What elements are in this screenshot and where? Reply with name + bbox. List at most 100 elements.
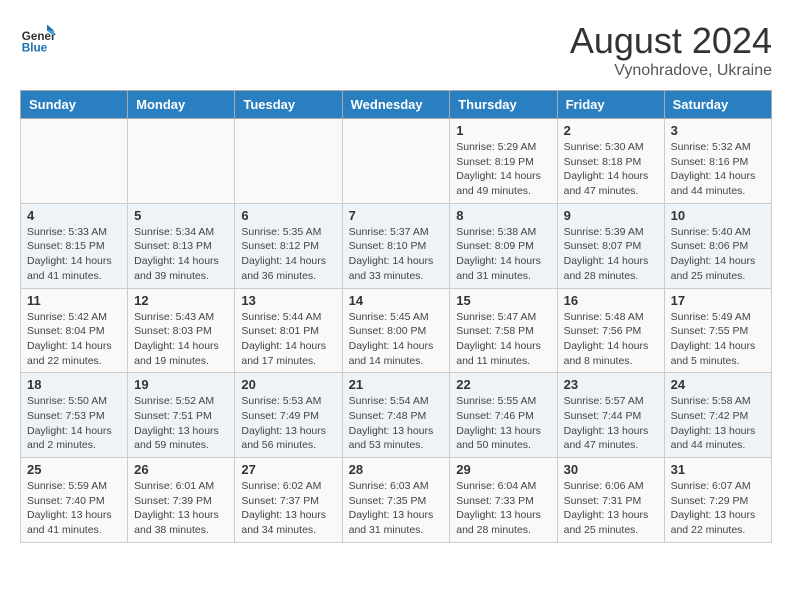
page-subtitle: Vynohradove, Ukraine xyxy=(570,62,772,80)
cell-info-text: Sunrise: 5:40 AM Sunset: 8:06 PM Dayligh… xyxy=(671,225,765,284)
calendar-cell: 6 Sunrise: 5:35 AM Sunset: 8:12 PM Daylig… xyxy=(235,203,342,288)
cell-info-text: Sunrise: 5:52 AM Sunset: 7:51 PM Dayligh… xyxy=(134,394,228,453)
weekday-header: Tuesday xyxy=(235,91,342,119)
logo: General Blue xyxy=(20,20,56,56)
calendar-cell: 20 Sunrise: 5:53 AM Sunset: 7:49 PM Dayli… xyxy=(235,373,342,458)
calendar-cell: 15Sunrise: 5:47 AM Sunset: 7:58 PM Dayli… xyxy=(450,288,557,373)
cell-info-text: Sunrise: 5:37 AM Sunset: 8:10 PM Dayligh… xyxy=(349,225,444,284)
cell-info-text: Sunrise: 5:53 AM Sunset: 7:49 PM Dayligh… xyxy=(241,394,335,453)
cell-date-number: 12 xyxy=(134,293,228,308)
calendar-cell xyxy=(128,119,235,204)
calendar-cell: 18 Sunrise: 5:50 AM Sunset: 7:53 PM Dayli… xyxy=(21,373,128,458)
calendar-cell: 24 Sunrise: 5:58 AM Sunset: 7:42 PM Dayli… xyxy=(664,373,771,458)
weekday-header: Friday xyxy=(557,91,664,119)
cell-info-text: Sunrise: 5:30 AM Sunset: 8:18 PM Dayligh… xyxy=(564,140,658,199)
cell-date-number: 30 xyxy=(564,462,658,477)
calendar-cell: 21Sunrise: 5:54 AM Sunset: 7:48 PM Dayli… xyxy=(342,373,450,458)
cell-info-text: Sunrise: 6:02 AM Sunset: 7:37 PM Dayligh… xyxy=(241,479,335,538)
calendar-cell: 19 Sunrise: 5:52 AM Sunset: 7:51 PM Dayli… xyxy=(128,373,235,458)
cell-date-number: 27 xyxy=(241,462,335,477)
cell-date-number: 20 xyxy=(241,377,335,392)
title-block: August 2024 Vynohradove, Ukraine xyxy=(570,20,772,80)
cell-info-text: Sunrise: 5:58 AM Sunset: 7:42 PM Dayligh… xyxy=(671,394,765,453)
cell-date-number: 9 xyxy=(564,208,658,223)
calendar-cell: 23Sunrise: 5:57 AM Sunset: 7:44 PM Dayli… xyxy=(557,373,664,458)
cell-info-text: Sunrise: 5:55 AM Sunset: 7:46 PM Dayligh… xyxy=(456,394,550,453)
cell-date-number: 31 xyxy=(671,462,765,477)
page-header: General Blue August 2024 Vynohradove, Uk… xyxy=(20,20,772,80)
calendar-cell: 11 Sunrise: 5:42 AM Sunset: 8:04 PM Dayli… xyxy=(21,288,128,373)
calendar-cell: 7 Sunrise: 5:37 AM Sunset: 8:10 PM Daylig… xyxy=(342,203,450,288)
calendar-cell: 8 Sunrise: 5:38 AM Sunset: 8:09 PM Daylig… xyxy=(450,203,557,288)
cell-info-text: Sunrise: 5:39 AM Sunset: 8:07 PM Dayligh… xyxy=(564,225,658,284)
cell-info-text: Sunrise: 5:50 AM Sunset: 7:53 PM Dayligh… xyxy=(27,394,121,453)
logo-icon: General Blue xyxy=(20,20,56,56)
cell-date-number: 25 xyxy=(27,462,121,477)
calendar-cell: 25 Sunrise: 5:59 AM Sunset: 7:40 PM Dayli… xyxy=(21,458,128,543)
weekday-header: Sunday xyxy=(21,91,128,119)
calendar-cell: 13Sunrise: 5:44 AM Sunset: 8:01 PM Dayli… xyxy=(235,288,342,373)
cell-date-number: 7 xyxy=(349,208,444,223)
cell-date-number: 24 xyxy=(671,377,765,392)
cell-date-number: 16 xyxy=(564,293,658,308)
cell-date-number: 18 xyxy=(27,377,121,392)
cell-info-text: Sunrise: 5:45 AM Sunset: 8:00 PM Dayligh… xyxy=(349,310,444,369)
calendar-week-row: 18 Sunrise: 5:50 AM Sunset: 7:53 PM Dayli… xyxy=(21,373,772,458)
calendar-cell: 1 Sunrise: 5:29 AM Sunset: 8:19 PM Daylig… xyxy=(450,119,557,204)
cell-info-text: Sunrise: 5:32 AM Sunset: 8:16 PM Dayligh… xyxy=(671,140,765,199)
calendar-cell: 26Sunrise: 6:01 AM Sunset: 7:39 PM Dayli… xyxy=(128,458,235,543)
calendar-week-row: 1 Sunrise: 5:29 AM Sunset: 8:19 PM Daylig… xyxy=(21,119,772,204)
cell-date-number: 8 xyxy=(456,208,550,223)
cell-date-number: 6 xyxy=(241,208,335,223)
calendar-cell: 28 Sunrise: 6:03 AM Sunset: 7:35 PM Dayli… xyxy=(342,458,450,543)
cell-date-number: 22 xyxy=(456,377,550,392)
cell-date-number: 17 xyxy=(671,293,765,308)
weekday-header: Wednesday xyxy=(342,91,450,119)
cell-info-text: Sunrise: 5:29 AM Sunset: 8:19 PM Dayligh… xyxy=(456,140,550,199)
calendar-cell: 17Sunrise: 5:49 AM Sunset: 7:55 PM Dayli… xyxy=(664,288,771,373)
calendar-cell: 12Sunrise: 5:43 AM Sunset: 8:03 PM Dayli… xyxy=(128,288,235,373)
cell-date-number: 14 xyxy=(349,293,444,308)
cell-info-text: Sunrise: 5:57 AM Sunset: 7:44 PM Dayligh… xyxy=(564,394,658,453)
cell-info-text: Sunrise: 5:34 AM Sunset: 8:13 PM Dayligh… xyxy=(134,225,228,284)
weekday-header: Monday xyxy=(128,91,235,119)
cell-info-text: Sunrise: 5:42 AM Sunset: 8:04 PM Dayligh… xyxy=(27,310,121,369)
calendar-cell: 16 Sunrise: 5:48 AM Sunset: 7:56 PM Dayli… xyxy=(557,288,664,373)
cell-date-number: 4 xyxy=(27,208,121,223)
cell-info-text: Sunrise: 5:59 AM Sunset: 7:40 PM Dayligh… xyxy=(27,479,121,538)
calendar-cell: 30 Sunrise: 6:06 AM Sunset: 7:31 PM Dayli… xyxy=(557,458,664,543)
calendar-header-row: SundayMondayTuesdayWednesdayThursdayFrid… xyxy=(21,91,772,119)
weekday-header: Saturday xyxy=(664,91,771,119)
cell-date-number: 5 xyxy=(134,208,228,223)
cell-date-number: 2 xyxy=(564,123,658,138)
cell-date-number: 1 xyxy=(456,123,550,138)
cell-info-text: Sunrise: 6:03 AM Sunset: 7:35 PM Dayligh… xyxy=(349,479,444,538)
svg-text:Blue: Blue xyxy=(22,42,48,55)
calendar-week-row: 11 Sunrise: 5:42 AM Sunset: 8:04 PM Dayli… xyxy=(21,288,772,373)
cell-date-number: 28 xyxy=(349,462,444,477)
cell-info-text: Sunrise: 5:38 AM Sunset: 8:09 PM Dayligh… xyxy=(456,225,550,284)
cell-info-text: Sunrise: 6:07 AM Sunset: 7:29 PM Dayligh… xyxy=(671,479,765,538)
cell-date-number: 11 xyxy=(27,293,121,308)
cell-date-number: 21 xyxy=(349,377,444,392)
cell-info-text: Sunrise: 5:44 AM Sunset: 8:01 PM Dayligh… xyxy=(241,310,335,369)
page-title: August 2024 xyxy=(570,20,772,62)
cell-info-text: Sunrise: 5:35 AM Sunset: 8:12 PM Dayligh… xyxy=(241,225,335,284)
calendar-cell: 2 Sunrise: 5:30 AM Sunset: 8:18 PM Daylig… xyxy=(557,119,664,204)
calendar-cell xyxy=(235,119,342,204)
cell-info-text: Sunrise: 5:48 AM Sunset: 7:56 PM Dayligh… xyxy=(564,310,658,369)
calendar-cell: 4 Sunrise: 5:33 AM Sunset: 8:15 PM Daylig… xyxy=(21,203,128,288)
cell-date-number: 19 xyxy=(134,377,228,392)
weekday-header: Thursday xyxy=(450,91,557,119)
cell-info-text: Sunrise: 6:01 AM Sunset: 7:39 PM Dayligh… xyxy=(134,479,228,538)
cell-info-text: Sunrise: 5:33 AM Sunset: 8:15 PM Dayligh… xyxy=(27,225,121,284)
calendar-table: SundayMondayTuesdayWednesdayThursdayFrid… xyxy=(20,90,772,543)
cell-info-text: Sunrise: 6:06 AM Sunset: 7:31 PM Dayligh… xyxy=(564,479,658,538)
calendar-week-row: 4 Sunrise: 5:33 AM Sunset: 8:15 PM Daylig… xyxy=(21,203,772,288)
cell-date-number: 10 xyxy=(671,208,765,223)
calendar-week-row: 25 Sunrise: 5:59 AM Sunset: 7:40 PM Dayli… xyxy=(21,458,772,543)
calendar-cell xyxy=(342,119,450,204)
calendar-cell: 14 Sunrise: 5:45 AM Sunset: 8:00 PM Dayli… xyxy=(342,288,450,373)
calendar-cell: 22 Sunrise: 5:55 AM Sunset: 7:46 PM Dayli… xyxy=(450,373,557,458)
cell-date-number: 15 xyxy=(456,293,550,308)
